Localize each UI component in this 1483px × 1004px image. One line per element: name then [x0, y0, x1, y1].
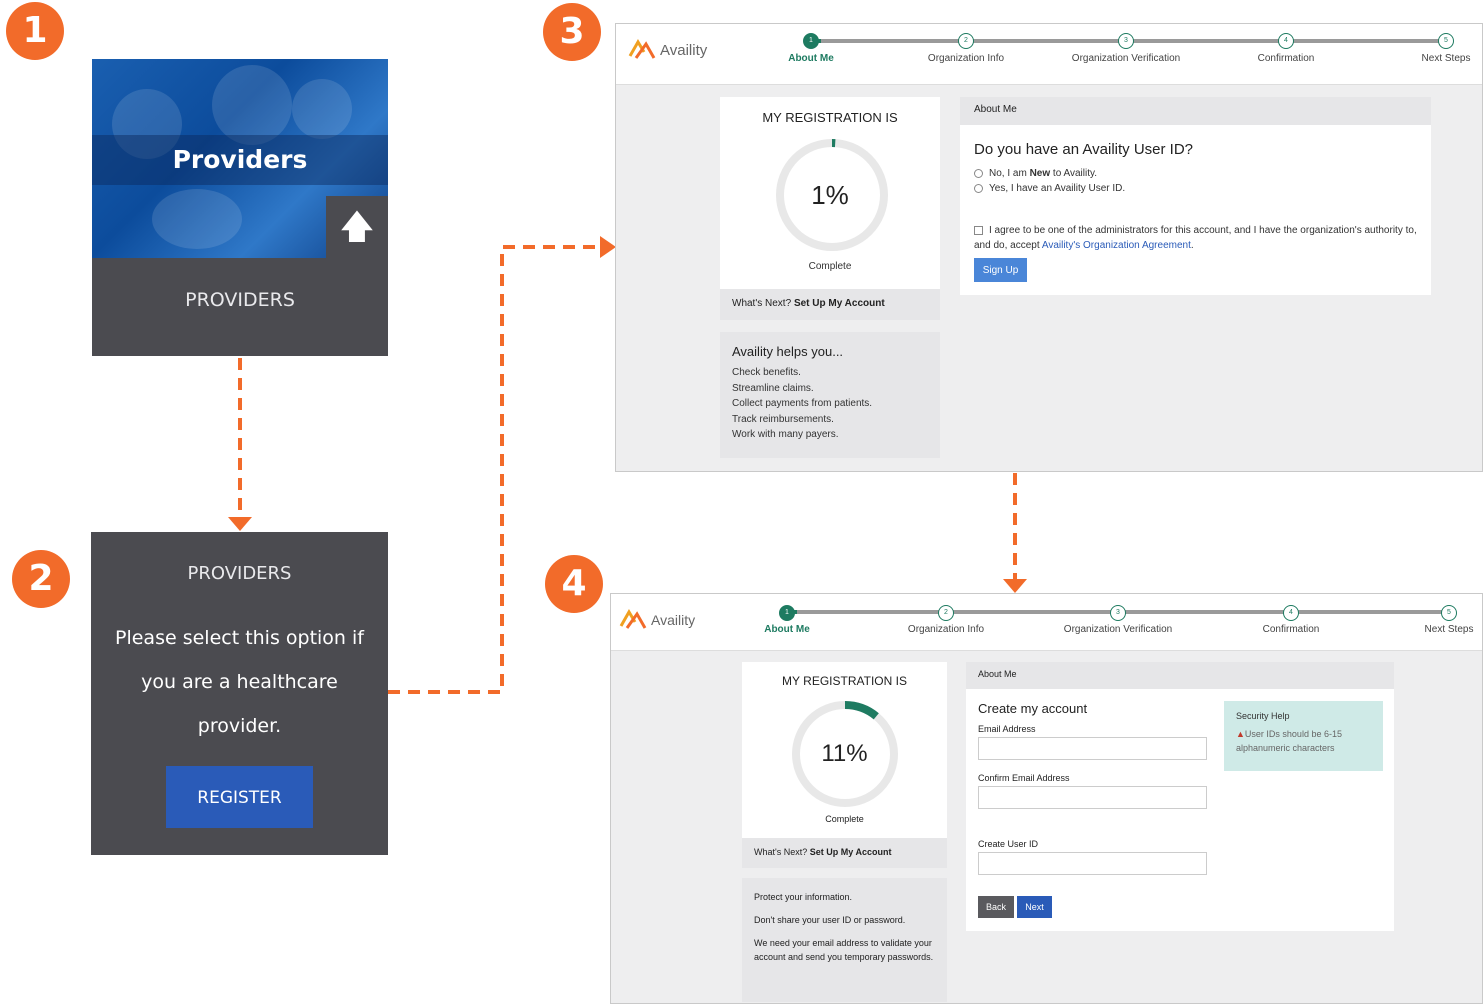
security-help-title: Security Help — [1236, 711, 1290, 721]
whats-next-bar: What's Next? Set Up My Account — [742, 838, 947, 868]
user-id-field[interactable] — [978, 852, 1207, 875]
step-label-organization-info: Organization Info — [907, 624, 985, 635]
step-label-next-steps: Next Steps — [1421, 53, 1471, 64]
providers-tile[interactable]: Providers 🡅 PROVIDERS — [92, 59, 388, 356]
arrowhead-right — [600, 236, 616, 258]
step-label-organization-verification: Organization Verification — [1071, 53, 1181, 64]
registration-progress-card: MY REGISTRATION IS 1% Complete What's Ne… — [720, 97, 940, 320]
whats-next-value: Set Up My Account — [793, 298, 885, 309]
availity-helps-box: Availity helps you... Check benefits. St… — [720, 332, 940, 458]
create-account-title: Create my account — [978, 701, 1088, 716]
about-me-card: About Me Do you have an Availity User ID… — [960, 97, 1431, 295]
providers-message: Please select this option if you are a h… — [115, 627, 364, 737]
agreement-row: I agree to be one of the administrators … — [974, 225, 1417, 251]
step-label-organization-verification: Organization Verification — [1063, 624, 1173, 635]
step-label-about-me: About Me — [788, 53, 834, 64]
availity-logo: Availity — [617, 606, 695, 634]
info-line: Don't share your user ID or password. — [754, 915, 906, 925]
step-2-marker: 2 — [958, 33, 974, 49]
whats-next-bar: What's Next? Set Up My Account — [720, 289, 940, 320]
step-label-organization-info: Organization Info — [927, 53, 1005, 64]
step-1-marker: 1 — [779, 605, 795, 621]
progress-complete-label: Complete — [808, 261, 852, 272]
option-existing-user[interactable]: Yes, I have an Availity User ID. — [974, 183, 1125, 194]
step-label-confirmation: Confirmation — [1262, 624, 1320, 635]
brand-name: Availity — [651, 612, 696, 628]
helps-item: Streamline claims. — [732, 382, 814, 394]
register-button[interactable]: REGISTER — [166, 766, 313, 828]
warning-icon: ▲ — [1236, 729, 1245, 739]
next-button[interactable]: Next — [1017, 896, 1052, 918]
providers-hero-title: Providers — [172, 145, 308, 174]
security-help-box: Security Help ▲User IDs should be 6-15 a… — [1224, 701, 1383, 771]
whats-next-value: Set Up My Account — [809, 847, 892, 857]
step-4-marker: 4 — [1283, 605, 1299, 621]
about-me-header: About Me — [960, 97, 1431, 125]
option-new-user[interactable]: No, I am New to Availity. — [974, 168, 1097, 179]
whats-next-prefix: What's Next? — [732, 298, 792, 309]
progress-percent: 11% — [821, 740, 868, 767]
brand-name: Availity — [660, 41, 708, 59]
confirm-email-label: Confirm Email Address — [978, 773, 1070, 783]
step-4-marker: 4 — [1278, 33, 1294, 49]
agreement-checkbox[interactable] — [974, 225, 983, 235]
user-id-label: Create User ID — [978, 839, 1039, 849]
email-field[interactable] — [978, 737, 1207, 760]
progress-percent: 1% — [811, 180, 849, 210]
registration-progress-card: MY REGISTRATION IS 11% Complete What's N… — [742, 662, 947, 868]
availity-logo: Availity — [626, 36, 707, 64]
step-5-marker: 5 — [1438, 33, 1454, 49]
step-label-confirmation: Confirmation — [1257, 53, 1315, 64]
providers-heading: PROVIDERS — [187, 563, 292, 584]
info-box: Protect your information. Don't share yo… — [742, 878, 947, 1002]
step-2-marker: 2 — [938, 605, 954, 621]
create-account-card: About Me Create my account Email Address… — [966, 662, 1394, 931]
helps-list: Check benefits. Streamline claims. Colle… — [732, 365, 928, 443]
progress-complete-label: Complete — [825, 814, 864, 824]
helps-title: Availity helps you... — [732, 344, 844, 359]
helps-item: Check benefits. — [732, 367, 801, 378]
radio-existing-user[interactable] — [974, 183, 983, 193]
helps-item: Track reimbursements. — [732, 413, 834, 425]
confirm-email-field[interactable] — [978, 786, 1207, 809]
security-help-text: ▲User IDs should be 6-15 alphanumeric ch… — [1236, 729, 1342, 753]
helps-item: Work with many payers. — [732, 429, 839, 440]
step-label-about-me: About Me — [764, 624, 810, 635]
wizard-header: Availity 1 2 3 4 5 About Me Organization… — [616, 24, 1482, 85]
organization-agreement-link[interactable]: Availity's Organization Agreement — [1042, 240, 1191, 251]
sign-up-button[interactable]: Sign Up — [974, 258, 1027, 282]
availity-logo-icon — [628, 39, 656, 59]
step-label-next-steps: Next Steps — [1424, 624, 1474, 635]
arrowhead-down-2 — [1003, 579, 1027, 593]
radio-new-user[interactable] — [974, 168, 983, 178]
wizard-header: Availity 1 2 3 4 5 About Me Organization… — [611, 594, 1482, 651]
arrowhead-down-1 — [228, 517, 252, 531]
about-me-header: About Me — [966, 662, 1394, 689]
providers-expanded-tile: PROVIDERS Please select this option if y… — [91, 532, 388, 855]
info-line: We need your email address to validate y… — [754, 938, 934, 962]
arrow-2-to-3 — [388, 245, 604, 694]
info-line: Protect your information. — [754, 892, 853, 902]
step-1-marker: 1 — [803, 33, 819, 49]
registration-screen-create-account: Availity 1 2 3 4 5 About Me Organization… — [610, 593, 1483, 1004]
step-3-marker: 3 — [1110, 605, 1126, 621]
registration-title: MY REGISTRATION IS — [782, 674, 907, 688]
registration-title: MY REGISTRATION IS — [762, 110, 898, 125]
availity-logo-icon — [619, 609, 647, 629]
user-id-question: Do you have an Availity User ID? — [974, 141, 1194, 158]
up-arrow-icon[interactable]: 🡅 — [326, 196, 388, 258]
back-button[interactable]: Back — [978, 896, 1014, 918]
step-5-marker: 5 — [1441, 605, 1457, 621]
step-3-marker: 3 — [1118, 33, 1134, 49]
whats-next-prefix: What's Next? — [754, 847, 808, 857]
helps-item: Collect payments from patients. — [732, 398, 873, 409]
providers-label: PROVIDERS — [185, 289, 295, 311]
registration-screen-about-me: Availity 1 2 3 4 5 About Me Organization… — [615, 23, 1483, 472]
email-label: Email Address — [978, 724, 1036, 734]
